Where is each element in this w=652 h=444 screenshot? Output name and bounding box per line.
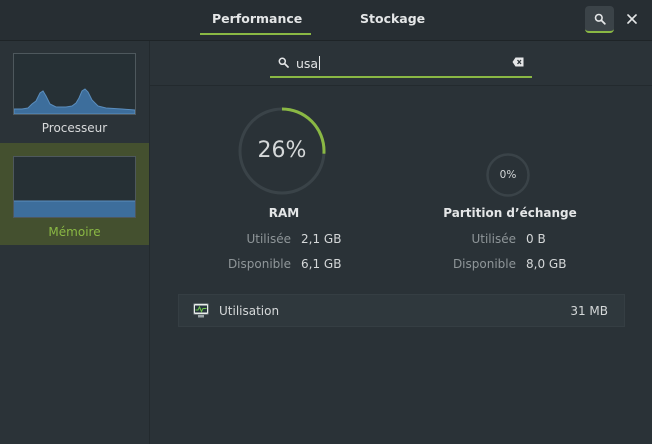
swap-title: Partition d’échange (443, 206, 577, 220)
ram-used-label: Utilisée (246, 232, 291, 246)
swap-percent: 0% (499, 169, 517, 181)
search-icon (278, 57, 289, 68)
ram-used-value: 2,1 GB (301, 232, 342, 246)
process-name: Utilisation (219, 304, 280, 318)
ram-title: RAM (268, 206, 300, 220)
swap-available-label: Disponible (452, 257, 516, 271)
search-input-value: usa (296, 56, 319, 71)
tab-storage[interactable]: Stockage (360, 0, 425, 38)
process-memory-value: 31 MB (570, 304, 608, 318)
search-icon (594, 13, 606, 25)
cpu-graph-thumbnail (13, 53, 136, 115)
tab-performance[interactable]: Performance (200, 0, 311, 38)
backspace-clear-icon[interactable] (512, 57, 524, 67)
close-button[interactable] (622, 9, 642, 29)
system-monitor-window: Performance Stockage Processeur Mémoire … (0, 0, 652, 444)
memory-graph-thumbnail (13, 156, 136, 218)
close-icon (627, 14, 637, 24)
swap-available-value: 8,0 GB (526, 257, 567, 271)
sidebar: Processeur Mémoire (0, 41, 150, 444)
process-row[interactable]: Utilisation 31 MB (178, 294, 625, 327)
ram-available-label: Disponible (227, 257, 291, 271)
search-bar: usa (150, 41, 652, 86)
swap-used-value: 0 B (526, 232, 546, 246)
search-toggle-button[interactable] (585, 6, 614, 33)
header-bar: Performance Stockage (0, 0, 652, 41)
sidebar-item-label: Processeur (41, 121, 108, 135)
sidebar-item-memory[interactable]: Mémoire (0, 143, 149, 245)
system-monitor-icon (193, 303, 209, 318)
text-caret (319, 56, 321, 70)
sidebar-item-processor[interactable]: Processeur (0, 41, 149, 143)
swap-used-label: Utilisée (471, 232, 516, 246)
sidebar-item-label: Mémoire (48, 225, 101, 239)
memory-panel: 26% 0% RAM Partition d’échange Utilisée … (150, 86, 652, 444)
ram-available-value: 6,1 GB (301, 257, 342, 271)
ram-percent: 26% (257, 138, 307, 163)
search-input[interactable]: usa (270, 50, 532, 78)
